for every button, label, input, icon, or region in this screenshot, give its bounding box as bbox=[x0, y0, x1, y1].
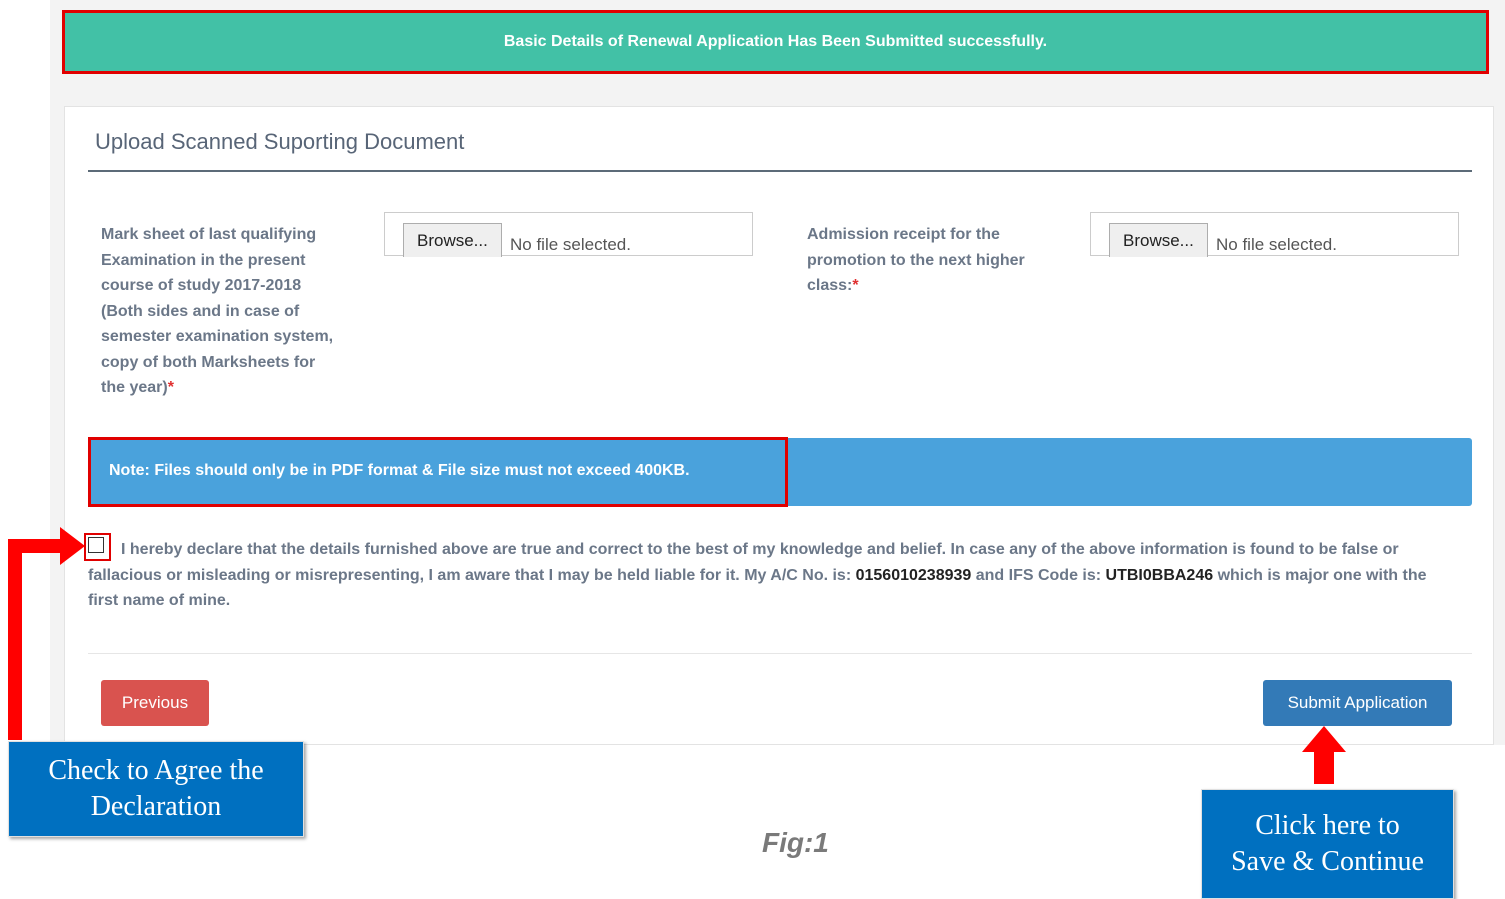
admission-label-line: Admission receipt for the bbox=[807, 226, 1000, 243]
marksheet-label-last: the year) bbox=[101, 379, 168, 396]
marksheet-label-line: copy of both Marksheets for bbox=[101, 353, 316, 371]
marksheet-label: Mark sheet of last qualifying Examinatio… bbox=[101, 222, 371, 401]
marksheet-label-line: course of study 2017-2018 bbox=[101, 277, 302, 294]
ifs-code: UTBI0BBA246 bbox=[1105, 566, 1214, 584]
success-message: Basic Details of Renewal Application Has… bbox=[503, 33, 1048, 50]
marksheet-label-line: Mark sheet of last qualifying bbox=[101, 226, 317, 243]
up-arrow-icon bbox=[1302, 726, 1346, 784]
account-number: 0156010238939 bbox=[855, 566, 972, 584]
checkbox-callout: Check to Agree the Declaration bbox=[8, 741, 304, 837]
note-text: Note: Files should only be in PDF format… bbox=[109, 462, 690, 479]
section-title: Upload Scanned Suporting Document bbox=[95, 129, 465, 154]
callout-line: Check to Agree the bbox=[48, 755, 264, 786]
marksheet-label-line: semester examination system, bbox=[101, 328, 334, 345]
declaration-text: I hereby declare that the details furnis… bbox=[88, 537, 1458, 614]
callout-line: Declaration bbox=[90, 791, 222, 822]
marksheet-label-line: (Both sides and in case of bbox=[101, 302, 300, 320]
marksheet-browse-button[interactable]: Browse... bbox=[403, 223, 502, 257]
declaration-text-part: and IFS Code is: bbox=[971, 566, 1106, 584]
success-alert: Basic Details of Renewal Application Has… bbox=[62, 10, 1489, 74]
footer-divider bbox=[88, 653, 1472, 654]
marksheet-file-input[interactable]: Browse... No file selected. bbox=[384, 212, 753, 257]
callout-line: Click here to bbox=[1255, 810, 1400, 841]
admission-receipt-file-status: No file selected. bbox=[1216, 235, 1337, 254]
previous-button[interactable]: Previous bbox=[101, 680, 209, 726]
marksheet-file-status: No file selected. bbox=[510, 235, 631, 254]
admission-receipt-file-input[interactable]: Browse... No file selected. bbox=[1090, 212, 1459, 257]
admission-label-line: promotion to the next higher bbox=[807, 251, 1025, 269]
marksheet-label-line: the year)* bbox=[101, 375, 371, 401]
admission-label-line: class:* bbox=[807, 273, 1077, 299]
submit-application-button[interactable]: Submit Application bbox=[1263, 680, 1452, 726]
callout-line: Save & Continue bbox=[1231, 846, 1424, 877]
upload-panel bbox=[64, 106, 1494, 745]
left-elbow-arrow-icon bbox=[8, 527, 85, 740]
marksheet-label-line: Examination in the present bbox=[101, 251, 306, 269]
required-asterisk: * bbox=[852, 277, 859, 294]
submit-callout: Click here to Save & Continue bbox=[1201, 789, 1454, 899]
title-divider bbox=[88, 170, 1472, 172]
admission-receipt-browse-button[interactable]: Browse... bbox=[1109, 223, 1208, 257]
figure-caption: Fig:1 bbox=[762, 827, 829, 858]
required-asterisk: * bbox=[167, 379, 174, 396]
admission-label-last: class: bbox=[807, 277, 853, 294]
admission-receipt-label: Admission receipt for the promotion to t… bbox=[807, 222, 1077, 299]
